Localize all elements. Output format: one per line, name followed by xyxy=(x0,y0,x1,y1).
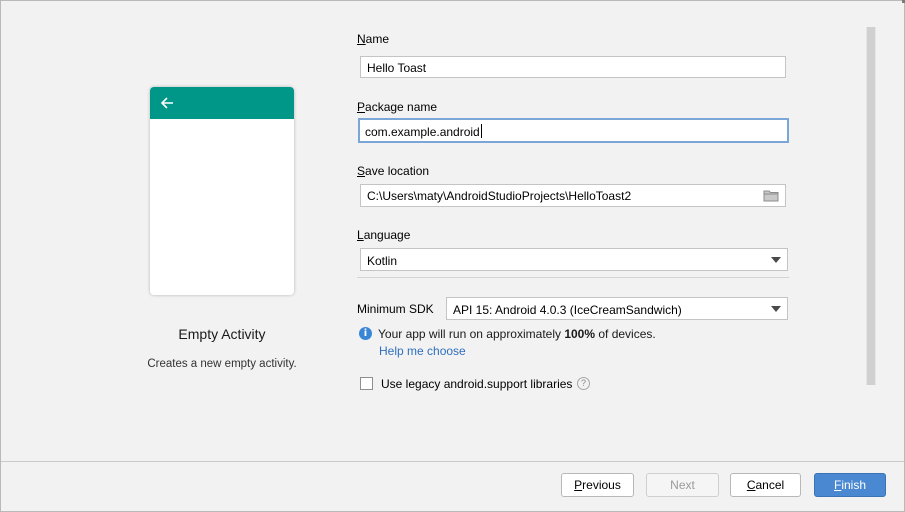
help-question-icon[interactable]: ? xyxy=(577,377,590,390)
footer-divider xyxy=(1,461,904,462)
next-button[interactable]: Next xyxy=(646,473,719,497)
scrollbar-thumb[interactable] xyxy=(867,27,875,385)
package-name-label: Package name xyxy=(357,100,438,114)
back-arrow-icon xyxy=(160,97,173,109)
finish-button[interactable]: Finish xyxy=(814,473,886,497)
minimum-sdk-label: Minimum SDK xyxy=(357,302,434,316)
chevron-down-icon xyxy=(771,306,781,312)
save-location-field[interactable]: C:\Users\maty\AndroidStudioProjects\Hell… xyxy=(360,184,786,207)
legacy-support-checkbox[interactable] xyxy=(360,377,373,390)
chevron-down-icon xyxy=(771,257,781,263)
name-field[interactable]: Hello Toast xyxy=(360,56,786,78)
template-description: Creates a new empty activity. xyxy=(147,358,297,370)
preview-toolbar xyxy=(150,87,294,119)
package-name-field[interactable]: com.example.android xyxy=(358,118,789,143)
previous-button[interactable]: Previous xyxy=(561,473,634,497)
help-me-choose-link[interactable]: Help me choose xyxy=(379,344,466,358)
folder-icon[interactable] xyxy=(763,189,779,202)
cancel-button[interactable]: Cancel xyxy=(730,473,801,497)
form-divider xyxy=(357,277,789,278)
legacy-support-label[interactable]: Use legacy android.support libraries xyxy=(381,377,572,391)
minimum-sdk-dropdown[interactable]: API 15: Android 4.0.3 (IceCreamSandwich) xyxy=(446,297,788,320)
info-icon: i xyxy=(359,327,372,340)
save-location-label: Save location xyxy=(357,164,430,178)
text-caret xyxy=(480,124,482,138)
template-title: Empty Activity xyxy=(178,326,266,342)
name-label: Name xyxy=(357,32,390,46)
language-dropdown[interactable]: Kotlin xyxy=(360,248,788,271)
language-label: Language xyxy=(357,228,411,242)
device-coverage-text: Your app will run on approximately 100% … xyxy=(378,327,656,341)
template-preview xyxy=(150,87,294,295)
